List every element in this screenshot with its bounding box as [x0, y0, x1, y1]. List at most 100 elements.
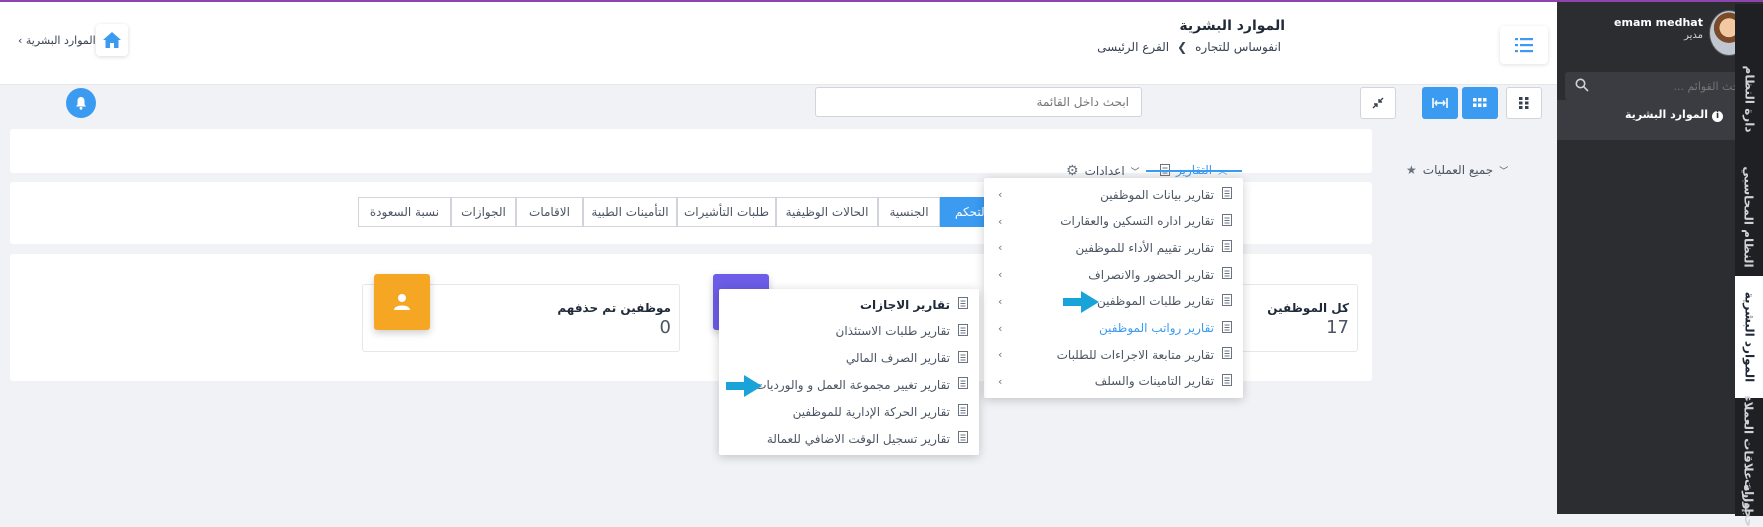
chevron-left-icon: ‹ — [998, 268, 1003, 282]
document-icon — [958, 404, 968, 419]
reports-dropdown — [984, 178, 1243, 398]
tab-label: الاقامات — [529, 205, 570, 219]
document-icon — [1222, 347, 1232, 362]
user-card-badge — [374, 274, 430, 330]
reports-menu-item-label: تقارير طلبات الموظفين — [1096, 294, 1214, 309]
arrow-right-icon — [726, 375, 762, 397]
tab-label: طلبات التأشيرات — [683, 205, 770, 219]
tab-job-status[interactable]: الحالات الوظيفية — [776, 197, 878, 227]
tab-residencies[interactable]: الاقامات — [516, 197, 583, 227]
sidebar-search-input[interactable] — [1565, 72, 1755, 100]
reports-menu-item-label: تقارير اداره التسكين والعقارات — [1060, 214, 1214, 229]
list-search — [815, 87, 1142, 117]
requests-submenu-item-label: تقارير طلبات الاستئذان — [835, 324, 950, 339]
notifications-button[interactable] — [66, 88, 96, 118]
requests-submenu-item[interactable]: تقارير الحركة الإدارية للموظفين — [793, 404, 968, 419]
tab-visa-requests[interactable]: طلبات التأشيرات — [677, 197, 776, 227]
chevron-left-icon: ‹ — [998, 321, 1003, 335]
requests-submenu-item-label: تقارير الصرف المالي — [845, 351, 950, 366]
vtab-reservations[interactable]: حجوزات — [1735, 479, 1763, 527]
reports-menu-item-label: تقارير رواتب الموظفين — [1098, 321, 1214, 335]
tab-medical-insurance[interactable]: التأمينات الطبية — [583, 197, 677, 227]
reports-menu-item[interactable]: تقارير تقييم الأداء للموظفين — [1075, 240, 1232, 255]
list-search-input[interactable] — [816, 88, 1141, 116]
requests-submenu-item[interactable]: تقارير الصرف المالي — [845, 350, 968, 366]
sidebar: emam medhat مدير i الموارد البشرية دارة ا… — [1557, 2, 1763, 527]
compress-icon — [1372, 97, 1384, 109]
vtab-system-admin[interactable]: دارة النظام — [1735, 44, 1763, 154]
arrow-right-icon — [1063, 291, 1099, 313]
reports-menu-item-label: تقارير متابعة الاجراءات للطلبات — [1056, 347, 1214, 362]
tab-control[interactable]: التحكم — [940, 197, 988, 227]
menu-all-operations[interactable]: ﹀ جميع العمليات ★ — [1406, 163, 1508, 177]
menu-settings[interactable]: ﹀ اعدادات ⚙ — [1066, 163, 1140, 179]
chevron-left-icon: ‹ — [998, 188, 1003, 201]
menu-all-operations-label: جميع العمليات — [1422, 163, 1494, 177]
info-icon: i — [1712, 111, 1723, 122]
reports-menu-item[interactable]: تقارير اداره التسكين والعقارات — [1060, 213, 1232, 229]
tab-label: التأمينات الطبية — [591, 205, 669, 219]
tab-saudization-rate[interactable]: نسبة السعودة — [358, 197, 451, 227]
tab-passports[interactable]: الجوازات — [451, 197, 516, 227]
reports-menu-item[interactable]: تقارير رواتب الموظفين — [1098, 320, 1232, 336]
requests-submenu-item[interactable]: تقارير تسجيل الوقت الاضافي للعمالة — [767, 431, 968, 446]
tab-label: الحالات الوظيفية — [785, 205, 869, 219]
breadcrumb: انفوساس للتجاره ❯ الفرع الرئيسى — [1093, 40, 1285, 54]
grid-small-button[interactable] — [1506, 87, 1542, 119]
reports-menu-item[interactable]: تقارير متابعة الاجراءات للطلبات — [1057, 347, 1232, 362]
requests-submenu-item-label: تقارير تغيير مجموعة العمل و والورديات — [755, 377, 950, 392]
chevron-left-icon: ❯ — [1177, 40, 1188, 54]
tab-nationality[interactable]: الجنسية — [878, 197, 940, 227]
compress-button[interactable] — [1360, 87, 1396, 119]
vtab-hr[interactable]: الموارد البشرية — [1735, 276, 1763, 398]
menu-toggle-button[interactable] — [1500, 26, 1548, 64]
document-icon — [958, 323, 968, 339]
page-header: الموارد البشرية انفوساس للتجاره ❯ الفرع ال… — [0, 2, 1557, 85]
reports-menu-item-label: تقارير التامينات والسلف — [1094, 374, 1214, 389]
sidebar-item-label: الموارد البشرية — [1625, 108, 1708, 121]
stat-card-label: كل الموظفين — [1267, 301, 1349, 315]
breadcrumb-company[interactable]: انفوساس للتجاره — [1195, 40, 1281, 54]
search-icon — [1575, 78, 1589, 95]
reports-menu-item[interactable]: تقارير بيانات الموظفين — [1100, 187, 1232, 202]
expand-width-button[interactable] — [1422, 87, 1458, 119]
stat-card-value: 17 — [1326, 317, 1349, 338]
vtab-accounting[interactable]: النظام المحاسبي — [1735, 162, 1763, 272]
user-name: emam medhat — [1614, 16, 1703, 29]
grid-view-button[interactable] — [1462, 87, 1498, 119]
document-icon — [958, 297, 968, 312]
requests-submenu-item-label: تقارير تسجيل الوقت الاضافي للعمالة — [766, 431, 950, 446]
chevron-left-icon: ‹ — [998, 348, 1003, 362]
home-breadcrumb: الموارد البشرية › — [18, 34, 96, 47]
document-icon — [1222, 213, 1232, 229]
reports-menu-item-label: تقارير الحضور والانصراف — [1088, 267, 1214, 282]
document-icon — [958, 350, 968, 366]
reports-menu-item[interactable]: تقارير طلبات الموظفين — [1096, 293, 1232, 309]
document-icon — [1222, 320, 1232, 336]
reports-menu-item-label: تقارير بيانات الموظفين — [1100, 187, 1214, 202]
requests-submenu-item[interactable]: تقارير طلبات الاستئذان — [835, 323, 968, 339]
chevron-down-icon: ﹀ — [1130, 167, 1140, 178]
reports-menu-item[interactable]: تقارير التامينات والسلف — [1094, 373, 1232, 389]
breadcrumb-branch[interactable]: الفرع الرئيسى — [1097, 40, 1169, 54]
home-button[interactable] — [96, 24, 128, 56]
gear-icon: ⚙ — [1066, 163, 1079, 179]
chevron-left-icon: ‹ — [998, 374, 1003, 388]
sidebar-item-hr[interactable]: i الموارد البشرية — [1625, 108, 1723, 122]
sidebar-search — [1565, 72, 1755, 100]
home-breadcrumb-label[interactable]: الموارد البشرية — [26, 34, 96, 47]
tab-label: نسبة السعودة — [369, 205, 440, 219]
document-icon — [1222, 373, 1232, 389]
page-title: الموارد البشرية — [1179, 18, 1285, 34]
document-icon — [1222, 293, 1232, 309]
reports-menu-item-label: تقارير تقييم الأداء للموظفين — [1075, 240, 1214, 255]
chevron-down-icon: ﹀ — [1499, 166, 1509, 177]
chevron-left-icon: ‹ — [998, 214, 1003, 228]
stat-card-value: 0 — [659, 317, 671, 338]
reports-menu-item[interactable]: تقارير الحضور والانصراف — [1088, 267, 1232, 282]
stat-card-label: موظفين تم حذفهم — [557, 301, 671, 315]
requests-submenu-item[interactable]: تقارير الاجازات — [860, 297, 968, 312]
requests-submenu-item[interactable]: تقارير تغيير مجموعة العمل و والورديات — [755, 377, 968, 392]
tab-label: الجوازات — [461, 205, 506, 219]
list-menu-icon — [1515, 38, 1533, 53]
